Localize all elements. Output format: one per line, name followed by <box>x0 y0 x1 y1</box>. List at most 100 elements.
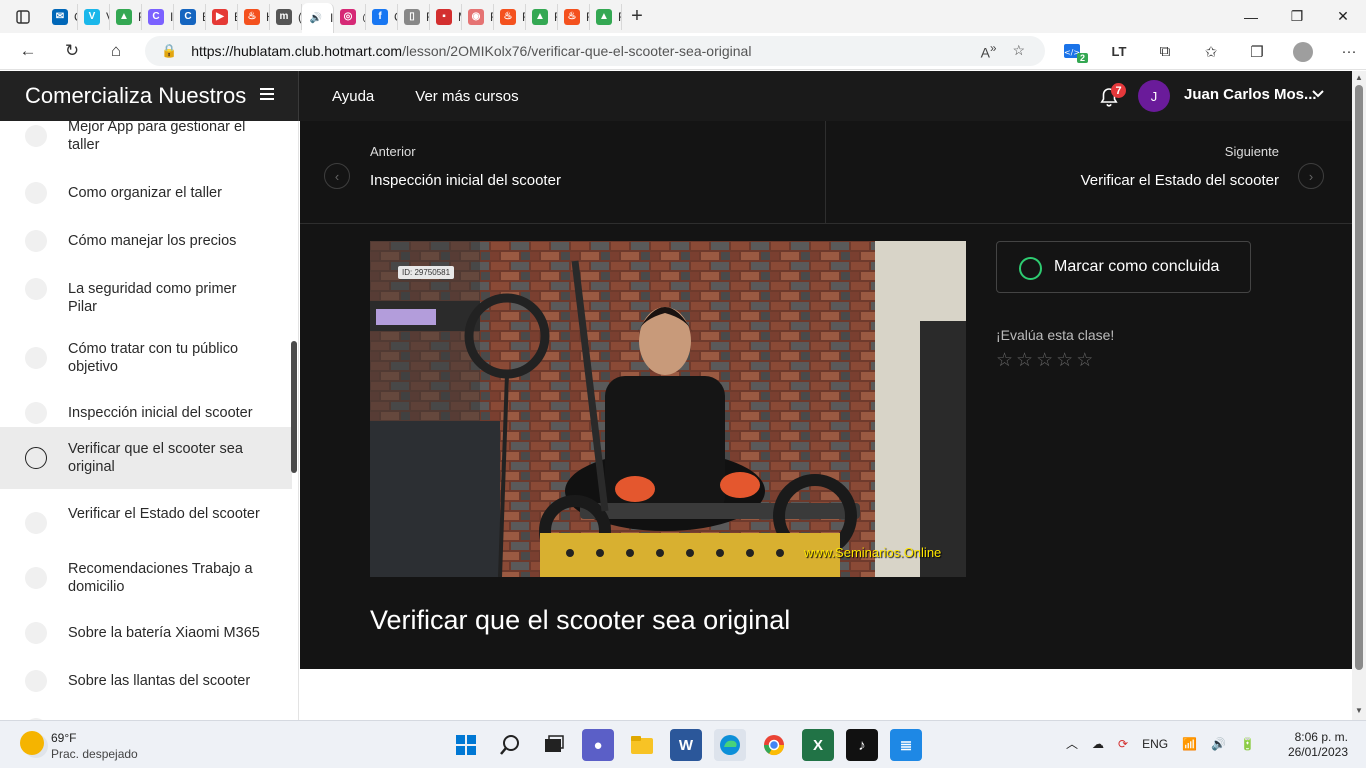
lesson-label: Cómo manejar los precios <box>68 233 237 249</box>
chevron-right-icon[interactable]: › <box>1298 163 1324 189</box>
minimize-button[interactable]: — <box>1228 0 1274 33</box>
sidebar-scrollbar[interactable] <box>291 341 297 473</box>
lesson-label: Como organizar el taller <box>68 185 222 201</box>
chevron-down-icon[interactable] <box>1312 87 1324 102</box>
extension-devtools-icon[interactable]: </> 2 <box>1050 34 1096 70</box>
excel-icon[interactable]: X <box>802 729 834 761</box>
system-tray: ︿ ☁ ⟳ ENG 📶 🔊 🔋 <box>1066 735 1255 752</box>
tiktok-icon[interactable]: ♪ <box>846 729 878 761</box>
avatar[interactable]: J <box>1138 80 1170 112</box>
browser-tab[interactable]: ◎@bi <box>334 3 366 30</box>
prev-lesson-link[interactable]: Inspección inicial del scooter <box>370 172 561 189</box>
username[interactable]: Juan Carlos Mos... <box>1184 86 1317 103</box>
extension-lt-icon[interactable]: LT <box>1096 34 1142 70</box>
notepad-icon[interactable]: ≣ <box>890 729 922 761</box>
reload-button[interactable]: ↻ <box>50 33 94 69</box>
browser-tab[interactable]: ▶Bien <box>206 3 238 30</box>
sidebar-lesson-item[interactable]: Recomendaciones Trabajo a domicilio <box>0 547 292 609</box>
mark-complete-button[interactable]: Marcar como concluida <box>996 241 1251 293</box>
read-aloud-icon[interactable]: A» <box>981 42 997 61</box>
lesson-label: Mejor App para gestionar el taller <box>68 121 246 153</box>
browser-tab[interactable]: ◉Repa <box>462 3 494 30</box>
circle-check-icon <box>1019 257 1042 280</box>
lesson-status-icon <box>25 402 47 424</box>
tab-favicon-icon: ◎ <box>340 8 356 25</box>
star-icon[interactable]: ☆ <box>1016 349 1033 372</box>
sidebar-lesson-item[interactable]: Verificar que el scooter sea original <box>0 427 292 489</box>
browser-tab[interactable]: fCorr <box>366 3 398 30</box>
favorites-icon[interactable]: ✩ <box>1188 34 1234 70</box>
browser-tab[interactable]: ▲Repo <box>110 3 142 30</box>
video-id-tag: ID: 29750581 <box>398 266 455 279</box>
browser-tab[interactable]: ▪Man <box>430 3 462 30</box>
browser-tab[interactable]: ♨Repa <box>494 3 526 30</box>
tab-actions-button[interactable] <box>0 0 46 33</box>
browser-tab[interactable]: ♨Hotr <box>238 3 270 30</box>
browser-tab[interactable]: CInicio <box>142 3 174 30</box>
page-scrollbar[interactable]: ▲ ▼ <box>1352 71 1366 720</box>
lesson-status-icon <box>25 622 47 644</box>
nav-help-link[interactable]: Ayuda <box>332 88 374 105</box>
sidebar-lesson-item[interactable]: Cómo manejar los precios <box>0 217 292 265</box>
sidebar-lesson-item[interactable]: Como organizar el taller <box>0 169 292 217</box>
address-bar[interactable]: 🔒 https://hublatam.club.hotmart.com/less… <box>145 36 1045 66</box>
chevron-up-icon[interactable]: ︿ <box>1066 735 1078 752</box>
weather-sun-icon[interactable] <box>20 731 44 755</box>
edge-icon[interactable] <box>714 729 746 761</box>
sidebar-lesson-item[interactable]: Sobre las llantas del scooter <box>0 657 292 705</box>
onedrive-icon[interactable]: ☁ <box>1092 737 1104 751</box>
search-icon[interactable] <box>494 729 526 761</box>
chevron-left-icon[interactable]: ‹ <box>324 163 350 189</box>
new-tab-button[interactable]: + <box>622 5 652 28</box>
battery-icon[interactable]: 🔋 <box>1240 737 1255 751</box>
browser-tab[interactable]: ✉Corr <box>46 3 78 30</box>
extensions-icon[interactable]: ⧉ <box>1142 34 1188 70</box>
browser-tab[interactable]: ▲Repa <box>526 3 558 30</box>
star-icon[interactable]: ☆ <box>1056 349 1073 372</box>
word-icon[interactable]: W <box>670 729 702 761</box>
sync-alert-icon[interactable]: ⟳ <box>1118 737 1128 751</box>
clock-date: 26/01/2023 <box>1287 745 1348 759</box>
browser-tab[interactable]: ♨Repa <box>558 3 590 30</box>
maximize-button[interactable]: ❐ <box>1274 0 1320 33</box>
star-icon[interactable]: ☆ <box>996 349 1013 372</box>
browser-tab[interactable]: CE-Bo <box>174 3 206 30</box>
browser-tab[interactable]: ▯REPA <box>398 3 430 30</box>
sidebar-lesson-item[interactable]: Sobre la batería Xiaomi M365 <box>0 609 292 657</box>
close-window-button[interactable]: ✕ <box>1320 0 1366 33</box>
add-favorite-icon[interactable]: ☆ <box>1012 42 1025 61</box>
course-brand[interactable]: Comercializa Nuestros <box>0 71 299 121</box>
home-button[interactable]: ⌂ <box>94 33 138 69</box>
language-indicator[interactable]: ENG <box>1142 737 1168 751</box>
profile-icon[interactable] <box>1280 34 1326 70</box>
sidebar-lesson-item[interactable]: La seguridad como primer Pilar <box>0 265 292 327</box>
menu-icon[interactable] <box>260 88 274 102</box>
browser-tab[interactable]: ▲Repa <box>590 3 622 30</box>
wifi-icon[interactable]: 📶 <box>1182 737 1197 751</box>
tab-actions-icon <box>16 9 30 24</box>
sidebar-lesson-item[interactable]: Verificar el Estado del scooter <box>0 499 292 547</box>
star-icon[interactable]: ☆ <box>1076 349 1093 372</box>
settings-more-icon[interactable]: ··· <box>1326 34 1366 70</box>
chrome-icon[interactable] <box>758 729 790 761</box>
volume-icon[interactable]: 🔊 <box>1211 737 1226 751</box>
star-icon[interactable]: ☆ <box>1036 349 1053 372</box>
sidebar-lesson-item[interactable]: Cómo tratar con tu público objetivo <box>0 327 292 389</box>
browser-tab[interactable]: m(8) S <box>270 3 302 30</box>
browser-tab[interactable]: VVime <box>78 3 110 30</box>
next-lesson-link[interactable]: Verificar el Estado del scooter <box>1081 172 1279 189</box>
windows-start-icon[interactable] <box>450 729 482 761</box>
tab-favicon-icon: ▶ <box>212 8 228 25</box>
browser-tab[interactable]: 🔊I✕ <box>302 3 334 33</box>
lesson-label: Cómo tratar con tu público objetivo <box>68 341 239 375</box>
collections-icon[interactable]: ❐ <box>1234 34 1280 70</box>
video-player[interactable]: ID: 29750581 www.Seminarios.Online <box>370 241 966 577</box>
nav-more-courses-link[interactable]: Ver más cursos <box>415 88 518 105</box>
clock[interactable]: 8:06 p. m. 26/01/2023 <box>1286 730 1348 760</box>
sidebar-lesson-item[interactable]: Mejor App para gestionar el taller <box>0 121 292 165</box>
file-explorer-icon[interactable] <box>626 729 658 761</box>
chat-icon[interactable]: ● <box>582 729 614 761</box>
task-view-icon[interactable] <box>538 729 570 761</box>
back-button[interactable]: ← <box>6 33 50 69</box>
sidebar-lesson-item[interactable]: Importación de Repuestos y <box>0 705 292 720</box>
